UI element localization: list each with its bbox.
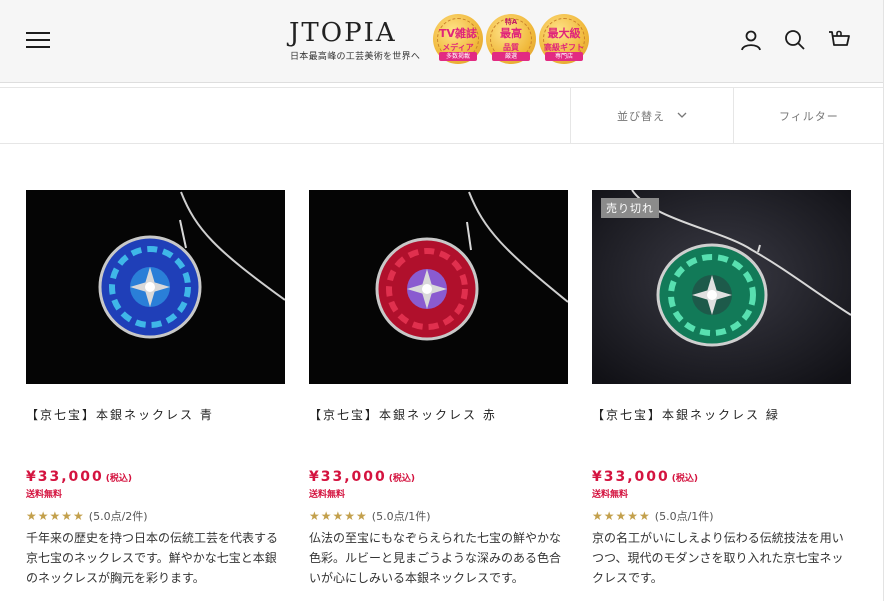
product-title[interactable]: 【京七宝】本銀ネックレス 赤 <box>309 406 497 423</box>
product-price: ¥33,000 (税込) <box>309 469 415 485</box>
shipping-label: 送料無料 <box>592 490 629 500</box>
site-logo[interactable]: JTOPIA 日本最高峰の工芸美術を世界へ TV雑誌 メディア 多数掲載 特A … <box>289 14 589 66</box>
cart-button[interactable] <box>826 27 852 53</box>
menu-button[interactable] <box>26 29 50 49</box>
logo-tagline: 日本最高峰の工芸美術を世界へ <box>290 52 421 62</box>
filter-label: フィルター <box>779 110 839 123</box>
quality-badge: 特A 最高 品質 厳選 <box>486 14 536 64</box>
shipping-label: 送料無料 <box>309 490 346 500</box>
chevron-down-icon <box>677 112 687 118</box>
product-rating: ★★★★★ (5.0点/1件) <box>309 509 431 523</box>
product-card[interactable]: 【京七宝】本銀ネックレス 青 ¥33,000 (税込) 送料無料 ★★★★★ (5.… <box>26 190 285 585</box>
sort-label: 並び替え <box>617 110 665 123</box>
menu-icon <box>26 32 50 48</box>
star-icons: ★★★★★ <box>309 509 368 523</box>
product-description: 仏法の至宝にもなぞらえられた七宝の鮮やかな色彩。ルビーと見まごうような深みのある… <box>309 531 562 585</box>
shipping-label: 送料無料 <box>26 490 63 500</box>
sold-out-badge: 売り切れ <box>601 198 659 218</box>
product-rating: ★★★★★ (5.0点/2件) <box>26 509 148 523</box>
site-header: JTOPIA 日本最高峰の工芸美術を世界へ TV雑誌 メディア 多数掲載 特A … <box>0 0 883 83</box>
product-price: ¥33,000 (税込) <box>592 469 698 485</box>
product-photo <box>309 190 568 384</box>
product-card[interactable]: 【京七宝】本銀ネックレス 赤 ¥33,000 (税込) 送料無料 ★★★★★ (5.… <box>309 190 568 585</box>
product-photo <box>26 190 285 384</box>
product-description: 千年来の歴史を持つ日本の伝統工芸を代表する京七宝のネックレスです。鮮やかな七宝と… <box>26 531 279 585</box>
account-icon <box>741 30 761 51</box>
media-badge: TV雑誌 メディア 多数掲載 <box>433 14 483 64</box>
product-description: 京の名工がいにしえより伝わる伝統技法を用いつつ、現代のモダンさを取り入れた京七宝… <box>592 531 844 585</box>
product-image[interactable]: 売り切れ <box>592 190 851 384</box>
search-icon <box>785 30 805 50</box>
product-price: ¥33,000 (税込) <box>26 469 132 485</box>
collection-toolbar: 並び替え フィルター <box>0 87 883 144</box>
star-icons: ★★★★★ <box>592 509 651 523</box>
cart-icon <box>829 30 850 46</box>
product-photo <box>592 190 851 384</box>
product-title[interactable]: 【京七宝】本銀ネックレス 青 <box>26 406 214 423</box>
logo-wordmark: JTOPIA <box>289 18 397 48</box>
product-image[interactable] <box>309 190 568 384</box>
filter-button[interactable]: フィルター <box>733 88 884 143</box>
product-card[interactable]: 売り切れ 【京七宝】本銀ネックレス 緑 ¥33,000 (税込) 送料無料 ★★★… <box>592 190 851 585</box>
sort-button[interactable]: 並び替え <box>570 88 734 143</box>
star-icons: ★★★★★ <box>26 509 85 523</box>
product-title[interactable]: 【京七宝】本銀ネックレス 緑 <box>592 406 780 423</box>
gift-badge: 最大級 高級ギフト 専門店 <box>539 14 589 64</box>
search-button[interactable] <box>782 27 808 53</box>
product-rating: ★★★★★ (5.0点/1件) <box>592 509 714 523</box>
account-button[interactable] <box>738 27 764 53</box>
product-image[interactable] <box>26 190 285 384</box>
